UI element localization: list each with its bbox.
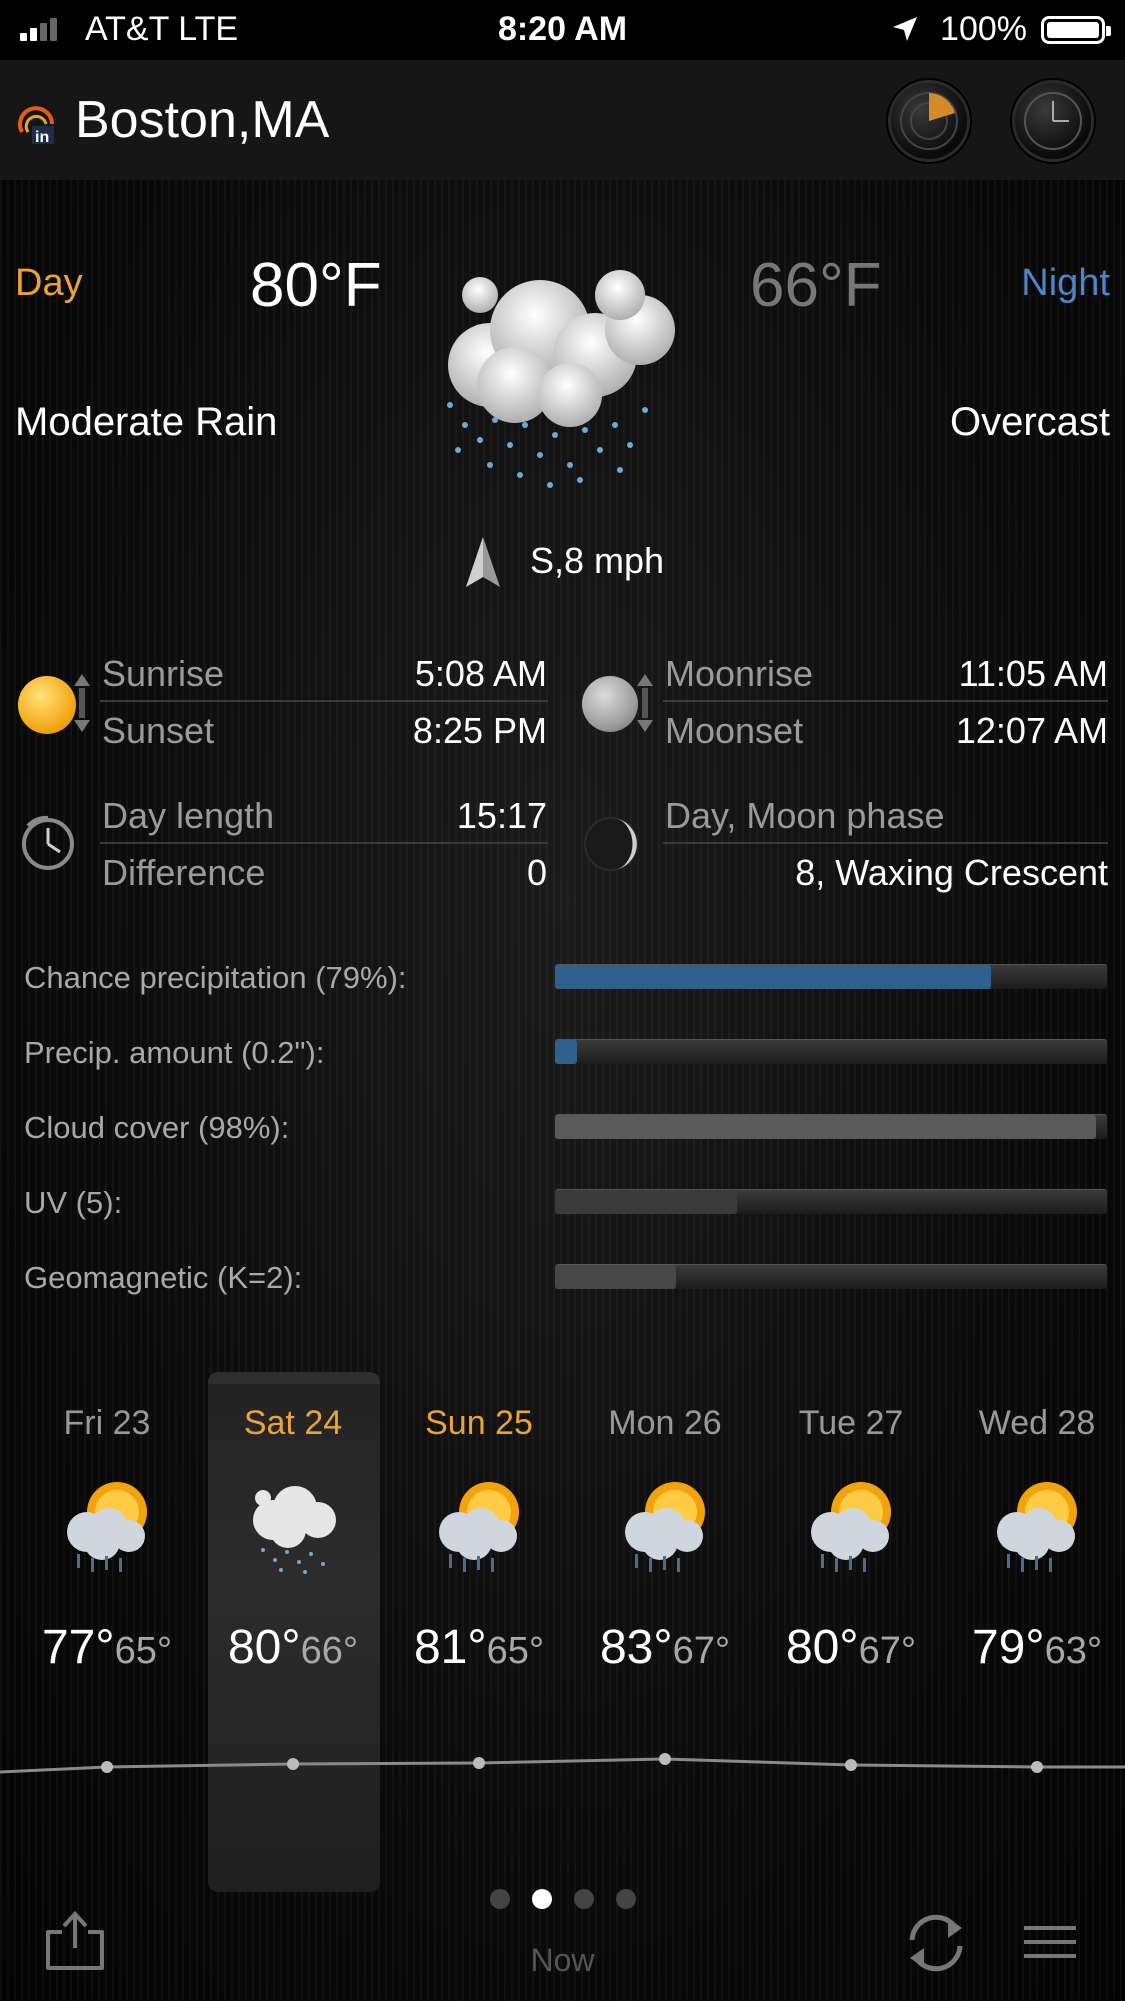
metric-bar-fill <box>555 1040 578 1064</box>
sun-icon <box>18 676 76 734</box>
page-dot[interactable] <box>490 1889 510 1909</box>
moonset-time: 12:07 AM <box>955 710 1108 751</box>
metric-bar <box>555 1264 1107 1289</box>
day-label: Day <box>15 262 83 304</box>
partly-sunny-rain-icon <box>625 1482 705 1572</box>
header-bar: in Boston,MA <box>0 60 1125 180</box>
metric-bar-fill <box>555 1190 738 1214</box>
forecast-low-temp: 67° <box>672 1630 731 1672</box>
partly-sunny-rain-icon <box>811 1482 891 1572</box>
partly-sunny-rain-icon <box>439 1482 519 1572</box>
partly-sunny-rain-icon <box>997 1482 1077 1572</box>
metric-label: Cloud cover (98%): <box>24 1110 290 1145</box>
metric-bar <box>555 1114 1107 1139</box>
forecast-low-temp: 66° <box>300 1630 359 1672</box>
wind-speed: S,8 mph <box>530 540 665 581</box>
moonset-label: Moonset <box>665 710 804 751</box>
app-logo-icon[interactable]: in <box>16 102 58 146</box>
battery-icon <box>1041 16 1111 44</box>
forecast-high-temp: 80° <box>227 1621 301 1674</box>
page-dot[interactable] <box>574 1889 594 1909</box>
night-label: Night <box>1021 262 1110 304</box>
moonrise-label: Moonrise <box>665 653 814 694</box>
forecast-high-temp: 83° <box>599 1621 673 1674</box>
sunrise-label: Sunrise <box>102 653 225 694</box>
menu-icon[interactable] <box>1022 1922 1078 1962</box>
night-temperature: 66°F <box>750 251 882 320</box>
sunset-time: 8:25 PM <box>412 710 547 751</box>
temperature-trend-line <box>0 1753 1125 1774</box>
forecast-temps: 80°67° <box>758 1620 944 1675</box>
divider <box>663 700 1108 702</box>
forecast-temps: 81°65° <box>386 1620 572 1675</box>
forecast-high-temp: 80° <box>785 1621 859 1674</box>
moon-phase-value: 8, Waxing Crescent <box>795 852 1108 893</box>
forecast-day-label[interactable]: Fri 23 <box>14 1404 200 1443</box>
forecast-temps: 79°63° <box>944 1620 1125 1675</box>
moon-phase-icon <box>584 817 638 871</box>
refresh-icon[interactable] <box>900 1908 972 1978</box>
page-dot[interactable] <box>532 1889 552 1909</box>
partly-sunny-rain-icon <box>67 1482 147 1572</box>
forecast-low-temp: 67° <box>858 1630 917 1672</box>
location-arrow-icon <box>893 17 917 41</box>
forecast-day-label[interactable]: Mon 26 <box>572 1404 758 1443</box>
metric-label: Precip. amount (0.2"): <box>24 1035 325 1070</box>
up-down-arrows-icon <box>74 674 90 732</box>
status-bar: AT&T LTE 8:20 AM 100% <box>0 0 1125 60</box>
sunrise-time: 5:08 AM <box>414 653 547 694</box>
difference-label: Difference <box>102 852 266 893</box>
forecast-high-temp: 77° <box>41 1621 115 1674</box>
forecast-high-temp: 79° <box>971 1621 1045 1674</box>
forecast-day-label[interactable]: Wed 28 <box>944 1404 1125 1443</box>
rain-cloud-icon <box>447 270 675 488</box>
metric-bar <box>555 964 1107 989</box>
clock-button[interactable] <box>1012 80 1094 162</box>
forecast-high-temp: 81° <box>413 1621 487 1674</box>
divider <box>100 700 548 702</box>
battery-percent: 100% <box>940 10 1027 48</box>
up-down-arrows-icon <box>637 674 653 732</box>
metric-bar-fill <box>555 1265 677 1289</box>
metric-label: Chance precipitation (79%): <box>24 960 407 995</box>
forecast-temps: 77°65° <box>14 1620 200 1675</box>
svg-text:in: in <box>35 129 49 146</box>
day-temperature: 80°F <box>250 251 382 320</box>
day-condition: Moderate Rain <box>15 400 278 444</box>
forecast-day-label[interactable]: Sun 25 <box>386 1404 572 1443</box>
forecast-low-temp: 63° <box>1044 1630 1103 1672</box>
metric-bar-fill <box>555 965 992 989</box>
forecast-temps: 83°67° <box>572 1620 758 1675</box>
stopwatch-icon <box>22 815 74 870</box>
sunset-label: Sunset <box>102 710 215 751</box>
metric-bar-fill <box>555 1115 1096 1139</box>
difference-value: 0 <box>526 852 547 893</box>
radar-button[interactable] <box>888 80 970 162</box>
forecast-low-temp: 65° <box>114 1630 173 1672</box>
moon-phase-label: Day, Moon phase <box>665 795 945 836</box>
metric-label: UV (5): <box>24 1185 123 1220</box>
city-name[interactable]: Boston,MA <box>75 90 329 150</box>
rain-cloud-icon <box>253 1486 336 1574</box>
moonrise-time: 11:05 AM <box>958 653 1108 694</box>
metric-bar <box>555 1189 1107 1214</box>
moon-icon <box>582 676 638 732</box>
forecast-temps: 80°66° <box>200 1620 386 1675</box>
forecast-day-label[interactable]: Sat 24 <box>200 1404 386 1443</box>
clock-icon <box>1024 92 1082 150</box>
wind-direction-icon <box>466 537 500 587</box>
divider <box>663 842 1108 844</box>
night-condition: Overcast <box>949 400 1110 444</box>
divider <box>100 842 548 844</box>
metric-label: Geomagnetic (K=2): <box>24 1260 303 1295</box>
forecast-low-temp: 65° <box>486 1630 545 1672</box>
day-length-value: 15:17 <box>456 795 547 836</box>
metric-bar <box>555 1039 1107 1064</box>
day-length-label: Day length <box>102 795 275 836</box>
radar-icon <box>900 92 958 150</box>
forecast-day-label[interactable]: Tue 27 <box>758 1404 944 1443</box>
page-dot[interactable] <box>616 1889 636 1909</box>
